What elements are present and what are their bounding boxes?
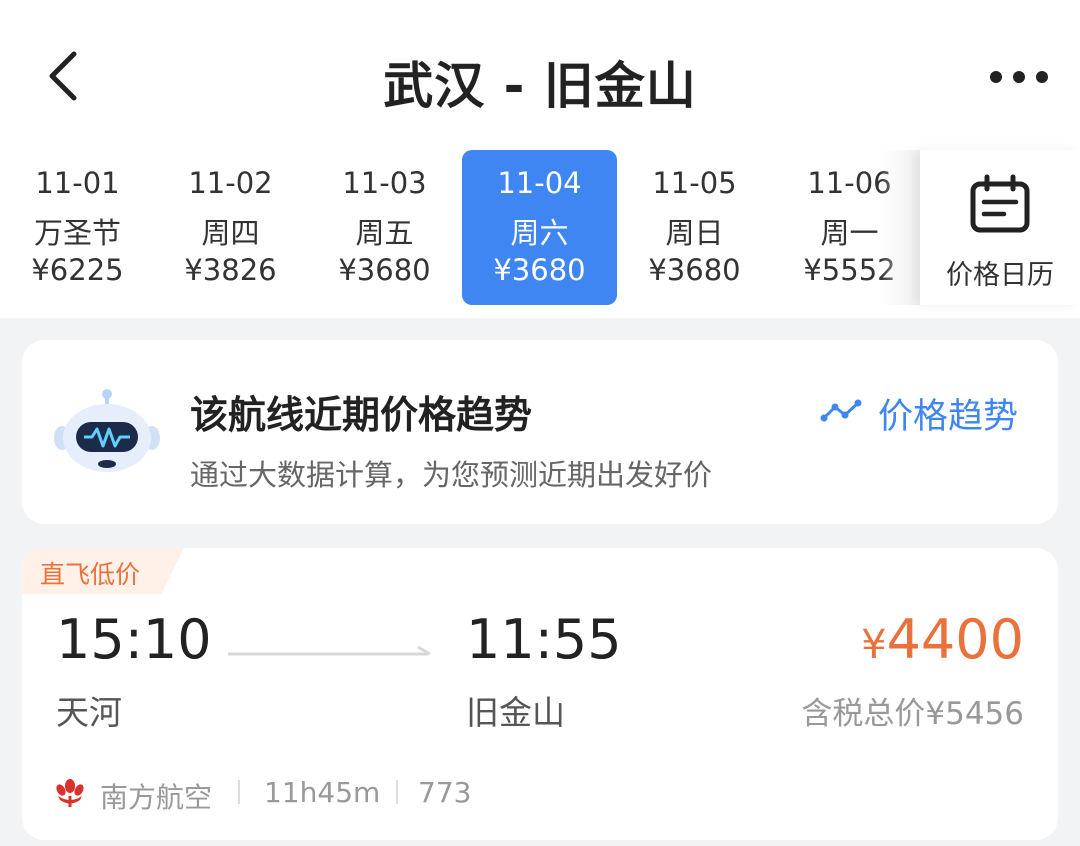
date-item-label: 周六 xyxy=(510,216,569,250)
date-item-price: ¥3680 xyxy=(338,253,431,287)
divider xyxy=(396,780,398,804)
price-calendar-label: 价格日历 xyxy=(946,260,1054,291)
flight-duration: 11h45m xyxy=(264,776,381,809)
price-trend-link-label: 价格趋势 xyxy=(878,397,1019,437)
divider xyxy=(238,780,240,804)
departure-time: 15:10 xyxy=(56,608,212,671)
date-item-11-04[interactable]: 11-04 周六 ¥3680 xyxy=(462,150,617,305)
trend-card-title: 该航线近期价格趋势 xyxy=(190,393,533,437)
airline-name: 南方航空 xyxy=(100,781,213,814)
date-item-price: ¥3680 xyxy=(648,253,741,287)
flight-list-page: 武汉 - 旧金山 11-01 万圣节 ¥6225 11-02 周四 ¥3826 … xyxy=(0,0,1080,846)
date-item-date: 11-03 xyxy=(342,166,427,200)
flight-result-card[interactable]: 直飞低价 15:10 11:55 天河 旧金山 ¥4400 含税总价¥5456 … xyxy=(22,548,1058,840)
date-item-label: 周五 xyxy=(355,216,414,250)
trend-card-subtitle: 通过大数据计算，为您预测近期出发好价 xyxy=(190,458,713,492)
date-item-11-03[interactable]: 11-03 周五 ¥3680 xyxy=(307,150,462,305)
calendar-icon xyxy=(970,174,1030,233)
date-item-date: 11-01 xyxy=(35,166,120,200)
china-southern-logo-icon xyxy=(56,779,84,807)
date-item-label: 万圣节 xyxy=(33,216,121,250)
more-dots-icon xyxy=(990,71,1048,83)
scroll-fade xyxy=(880,150,920,305)
date-item-price: ¥3826 xyxy=(184,253,277,287)
departure-airport: 天河 xyxy=(56,693,122,732)
more-button[interactable] xyxy=(984,60,1054,94)
date-item-date: 11-04 xyxy=(497,166,582,200)
trend-line-icon xyxy=(820,399,862,422)
date-item-price: ¥6225 xyxy=(31,253,124,287)
page-title: 武汉 - 旧金山 xyxy=(383,57,697,115)
price-value: 4400 xyxy=(886,608,1024,671)
date-selector: 11-01 万圣节 ¥6225 11-02 周四 ¥3826 11-03 周五 … xyxy=(0,150,1080,318)
direct-low-price-tag: 直飞低价 xyxy=(22,548,184,594)
flight-price: ¥4400 xyxy=(861,608,1024,671)
date-item-date: 11-02 xyxy=(188,166,273,200)
price-currency: ¥ xyxy=(861,622,887,668)
flight-number: 773 xyxy=(418,776,472,809)
arrival-airport: 旧金山 xyxy=(466,693,565,732)
date-item-11-02[interactable]: 11-02 周四 ¥3826 xyxy=(153,150,308,305)
date-item-label: 周四 xyxy=(201,216,260,250)
date-item-price: ¥3680 xyxy=(493,253,586,287)
top-nav-bar: 武汉 - 旧金山 xyxy=(0,0,1080,150)
flight-arrow-icon xyxy=(228,645,431,656)
arrival-time: 11:55 xyxy=(466,608,622,671)
date-item-date: 11-05 xyxy=(652,166,737,200)
price-trend-card[interactable]: 该航线近期价格趋势 通过大数据计算，为您预测近期出发好价 价格趋势 xyxy=(22,340,1058,524)
robot-icon xyxy=(54,389,160,472)
date-item-11-05[interactable]: 11-05 周日 ¥3680 xyxy=(617,150,772,305)
total-price-with-tax: 含税总价¥5456 xyxy=(801,696,1024,732)
date-item-label: 周日 xyxy=(665,216,724,250)
price-calendar-button[interactable]: 价格日历 xyxy=(920,150,1080,305)
date-item-11-01[interactable]: 11-01 万圣节 ¥6225 xyxy=(0,150,155,305)
